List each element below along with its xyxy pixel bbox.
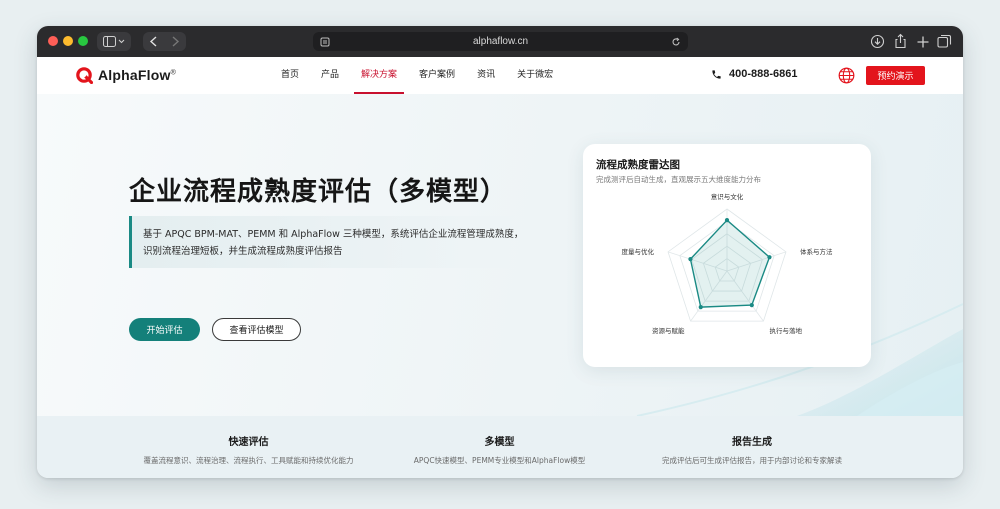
- radar-chart-card: 流程成熟度雷达图 完成测评后自动生成，直观展示五大维度能力分布 意识与文化 体系与…: [583, 144, 871, 367]
- feature-description: APQC快速模型、PEMM专业模型和AlphaFlow模型: [413, 456, 586, 465]
- feature-title: 快速评估: [228, 437, 269, 448]
- menu-item-solutions[interactable]: 解决方案: [354, 57, 405, 94]
- plus-icon: [917, 36, 929, 48]
- download-icon: [870, 34, 885, 49]
- start-assessment-button[interactable]: 开始评估: [129, 318, 200, 341]
- tabs-icon: [937, 34, 952, 48]
- menu-item-about[interactable]: 关于微宏: [517, 57, 553, 94]
- reload-icon[interactable]: [671, 37, 681, 47]
- browser-titlebar: alphaflow.cn: [37, 26, 963, 57]
- hero-description-line-2: 识别流程治理短板，并生成流程成熟度评估报告: [143, 246, 343, 257]
- feature-description: 覆盖流程意识、流程治理、流程执行、工具赋能和持续优化能力: [143, 456, 354, 465]
- book-demo-button[interactable]: 预约演示: [866, 66, 925, 85]
- radar-axis-label: 体系与方法: [800, 247, 833, 256]
- feature-title: 报告生成: [732, 437, 772, 448]
- hero-title: 企业流程成熟度评估（多模型）: [129, 177, 508, 207]
- menu-item-customer-cases[interactable]: 客户案例: [419, 57, 455, 94]
- radar-data-point: [698, 305, 703, 310]
- menu-item-products[interactable]: 产品: [321, 57, 339, 94]
- downloads-button[interactable]: [870, 34, 885, 49]
- phone-contact[interactable]: 400-888-6861: [711, 68, 798, 80]
- feature-multi-model: 多模型 APQC快速模型、PEMM专业模型和AlphaFlow模型: [402, 433, 597, 466]
- feature-strip: 快速评估 覆盖流程意识、流程治理、流程执行、工具赋能和持续优化能力 多模型 AP…: [37, 416, 963, 478]
- share-icon: [895, 33, 906, 49]
- view-models-button[interactable]: 查看评估模型: [212, 318, 301, 341]
- address-bar[interactable]: alphaflow.cn: [313, 32, 688, 51]
- alphaflow-logo-icon: [76, 67, 93, 84]
- page-settings-icon[interactable]: [320, 37, 330, 47]
- language-globe-icon[interactable]: [838, 67, 855, 84]
- radar-data-point: [749, 303, 754, 308]
- feature-quick-assessment: 快速评估 覆盖流程意识、流程治理、流程执行、工具赋能和持续优化能力: [130, 433, 367, 466]
- radar-axis-label: 度量与优化: [622, 247, 655, 256]
- radar-axis-label: 资源与赋能: [652, 326, 685, 335]
- logo-text: AlphaFlow: [98, 67, 171, 83]
- radar-axis-label: 执行与落地: [769, 326, 802, 335]
- share-button[interactable]: [893, 33, 908, 49]
- history-nav-group: [143, 32, 186, 51]
- feature-description: 完成评估后可生成评估报告，用于内部讨论和专家解读: [662, 456, 842, 465]
- browser-window: alphaflow.cn AlphaFlow® 首页 产品 解决方案 客户案例 …: [37, 26, 963, 478]
- radar-data-point: [688, 257, 693, 262]
- radar-axis-label: 意识与文化: [711, 192, 744, 201]
- close-window-button[interactable]: [48, 36, 58, 46]
- site-logo[interactable]: AlphaFlow®: [75, 66, 176, 84]
- maturity-radar-chart: 意识与文化体系与方法执行与落地 资源与赋能 度量与优化: [622, 192, 833, 335]
- phone-icon: [712, 69, 721, 79]
- back-forward-icon[interactable]: [146, 36, 184, 47]
- phone-number: 400-888-6861: [729, 68, 798, 80]
- sidebar-toggle-button[interactable]: [97, 32, 131, 51]
- site-navbar: AlphaFlow® 首页 产品 解决方案 客户案例 资讯 关于微宏 400-8…: [37, 57, 963, 94]
- radar-data-area: [689, 219, 771, 308]
- menu-item-home[interactable]: 首页: [281, 57, 299, 94]
- new-tab-button[interactable]: [916, 34, 930, 48]
- tab-overview-button[interactable]: [937, 34, 952, 49]
- maximize-window-button[interactable]: [78, 36, 88, 46]
- logo-wordmark: AlphaFlow®: [98, 67, 176, 83]
- feature-title: 多模型: [484, 437, 515, 448]
- main-menu: 首页 产品 解决方案 客户案例 资讯 关于微宏: [281, 57, 575, 94]
- radar-data-point: [724, 218, 730, 223]
- registered-mark: ®: [170, 69, 176, 77]
- url-text: alphaflow.cn: [472, 36, 529, 47]
- sidebar-icon: [103, 36, 125, 47]
- feature-report-generation: 报告生成 完成评估后可生成评估报告，用于内部讨论和专家解读: [647, 433, 857, 466]
- menu-item-news[interactable]: 资讯: [477, 57, 495, 94]
- hero-section: 企业流程成熟度评估（多模型） 基于 APQC BPM-MAT、PEMM 和 Al…: [37, 94, 963, 416]
- minimize-window-button[interactable]: [63, 36, 73, 46]
- hero-description: 基于 APQC BPM-MAT、PEMM 和 AlphaFlow 三种模型，系统…: [129, 216, 537, 268]
- radar-data-point: [767, 255, 772, 260]
- hero-description-line-1: 基于 APQC BPM-MAT、PEMM 和 AlphaFlow 三种模型，系统…: [143, 229, 524, 240]
